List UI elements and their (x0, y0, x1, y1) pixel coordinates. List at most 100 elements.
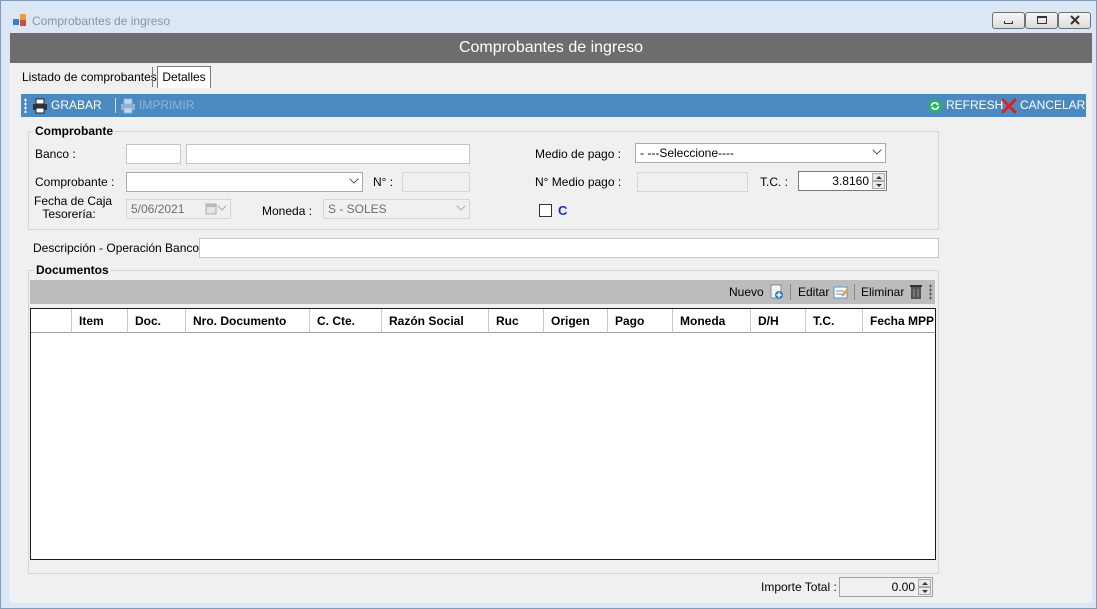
column-header-fecha-mpp[interactable]: Fecha MPP (863, 309, 935, 333)
column-header-nro-documento[interactable]: Nro. Documento (186, 309, 310, 333)
numero-label: N° : (373, 175, 394, 189)
c-checkbox[interactable] (539, 204, 552, 217)
window-title: Comprobantes de ingreso (32, 14, 171, 28)
nuevo-button[interactable]: Nuevo (729, 284, 785, 300)
banco-code-field[interactable] (126, 144, 181, 164)
tab-listado-comprobantes[interactable]: Listado de comprobantes (22, 70, 157, 84)
main-toolbar: GRABAR IMPRIMIR REFRESH CANCELAR (21, 94, 1086, 117)
printer-save-icon (33, 98, 47, 113)
column-header-pago[interactable]: Pago (608, 309, 673, 333)
client-area: Comprobantes de ingreso Listado de compr… (10, 33, 1092, 603)
nro-medio-pago-field[interactable] (637, 172, 748, 192)
grabar-label: GRABAR (51, 98, 102, 112)
editar-button[interactable]: Editar (798, 284, 850, 300)
column-header-c-cte[interactable]: C. Cte. (310, 309, 382, 333)
app-icon (13, 14, 27, 26)
cancel-x-icon (1001, 98, 1017, 113)
editar-label: Editar (798, 285, 830, 299)
eliminar-button[interactable]: Eliminar (861, 284, 923, 300)
edit-document-icon (833, 286, 850, 299)
importe-total-label: Importe Total : (761, 580, 837, 594)
toolbar-separator (790, 284, 791, 300)
importe-total-value: 0.00 (891, 580, 915, 594)
comprobante-group-title: Comprobante (33, 124, 115, 138)
medio-pago-label: Medio de pago : (535, 147, 622, 161)
column-header-moneda[interactable]: Moneda (673, 309, 751, 333)
refresh-label: REFRESH (946, 98, 1004, 112)
toolbar-separator (854, 284, 855, 300)
column-header-item[interactable]: Item (72, 309, 128, 333)
column-header-ruc[interactable]: Ruc (489, 309, 544, 333)
toolbar-grip[interactable] (929, 284, 932, 300)
cancelar-button[interactable]: CANCELAR (1001, 94, 1085, 117)
descripcion-label: Descripción - Operación Banco: (33, 241, 203, 255)
imprimir-button[interactable]: IMPRIMIR (120, 94, 194, 117)
spin-up-icon[interactable] (918, 579, 931, 587)
eliminar-label: Eliminar (861, 285, 905, 299)
spin-up-icon[interactable] (872, 173, 885, 181)
comprobante-label: Comprobante : (35, 175, 115, 189)
cancelar-label: CANCELAR (1020, 98, 1086, 112)
spin-down-icon[interactable] (918, 587, 931, 595)
medio-pago-select[interactable]: - ---Seleccione---- (635, 143, 886, 163)
comprobante-select[interactable] (126, 172, 363, 192)
documentos-grid[interactable]: Item Doc. Nro. Documento C. Cte. Razón S… (30, 308, 936, 560)
form-header: Comprobantes de ingreso (10, 33, 1092, 63)
printer-icon (121, 98, 135, 113)
c-checkbox-label[interactable]: C (558, 203, 567, 218)
fecha-caja-value: 5/06/2021 (131, 202, 185, 216)
fecha-caja-label-line2: Tesorería: (42, 207, 96, 221)
tc-value: 3.8160 (832, 174, 869, 188)
grid-header-row: Item Doc. Nro. Documento C. Cte. Razón S… (31, 309, 935, 333)
maximize-button[interactable] (1025, 12, 1058, 29)
close-window-button[interactable] (1058, 12, 1091, 29)
restore-icon (1037, 16, 1047, 24)
close-icon (1070, 15, 1080, 25)
importe-total-spin-buttons[interactable] (918, 579, 931, 595)
documentos-toolbar: Nuevo Editar Eliminar (30, 280, 935, 304)
minimize-button[interactable] (992, 12, 1025, 29)
minimize-icon (1004, 21, 1013, 24)
banco-name-field[interactable] (186, 144, 470, 164)
descripcion-field[interactable] (199, 238, 939, 258)
column-header-razon-social[interactable]: Razón Social (382, 309, 489, 333)
nuevo-label: Nuevo (729, 285, 764, 299)
moneda-label: Moneda : (262, 204, 313, 218)
chevron-down-icon (349, 174, 359, 184)
grabar-button[interactable]: GRABAR (32, 94, 102, 117)
tc-spinner[interactable]: 3.8160 (798, 171, 887, 191)
refresh-icon (928, 98, 942, 113)
chevron-down-icon (456, 201, 466, 211)
tc-label: T.C. : (760, 175, 789, 189)
trash-icon (910, 285, 923, 299)
column-header-d-h[interactable]: D/H (751, 309, 806, 333)
tab-divider (152, 67, 153, 87)
nro-medio-pago-label: N° Medio pago : (535, 175, 622, 189)
main-window: Comprobantes de ingreso Comprobantes de … (0, 0, 1097, 609)
chevron-down-icon (217, 201, 227, 211)
medio-pago-select-value: - ---Seleccione---- (640, 146, 735, 160)
add-document-icon (770, 284, 783, 299)
chevron-down-icon (872, 145, 882, 155)
banco-label: Banco : (35, 147, 76, 161)
fecha-caja-label: Fecha de Caja Tesorería: (34, 195, 112, 221)
tc-spin-buttons[interactable] (872, 173, 885, 189)
fecha-caja-picker[interactable]: 5/06/2021 (126, 199, 231, 219)
column-header-origen[interactable]: Origen (544, 309, 608, 333)
documentos-group-title: Documentos (34, 263, 111, 277)
toolbar-separator (115, 98, 116, 113)
refresh-button[interactable]: REFRESH (927, 94, 1003, 117)
moneda-select-value: S - SOLES (328, 202, 387, 216)
importe-total-spinner[interactable]: 0.00 (839, 577, 933, 597)
tab-detalles[interactable]: Detalles (157, 66, 211, 88)
toolbar-grip[interactable] (24, 98, 27, 113)
numero-field[interactable] (402, 172, 470, 192)
moneda-select[interactable]: S - SOLES (323, 199, 470, 219)
spin-down-icon[interactable] (872, 181, 885, 189)
imprimir-label: IMPRIMIR (139, 98, 195, 112)
title-bar: Comprobantes de ingreso (1, 1, 1096, 33)
calendar-icon (205, 203, 217, 215)
grid-row-header-corner (31, 309, 72, 333)
column-header-tc[interactable]: T.C. (806, 309, 863, 333)
column-header-doc[interactable]: Doc. (128, 309, 186, 333)
